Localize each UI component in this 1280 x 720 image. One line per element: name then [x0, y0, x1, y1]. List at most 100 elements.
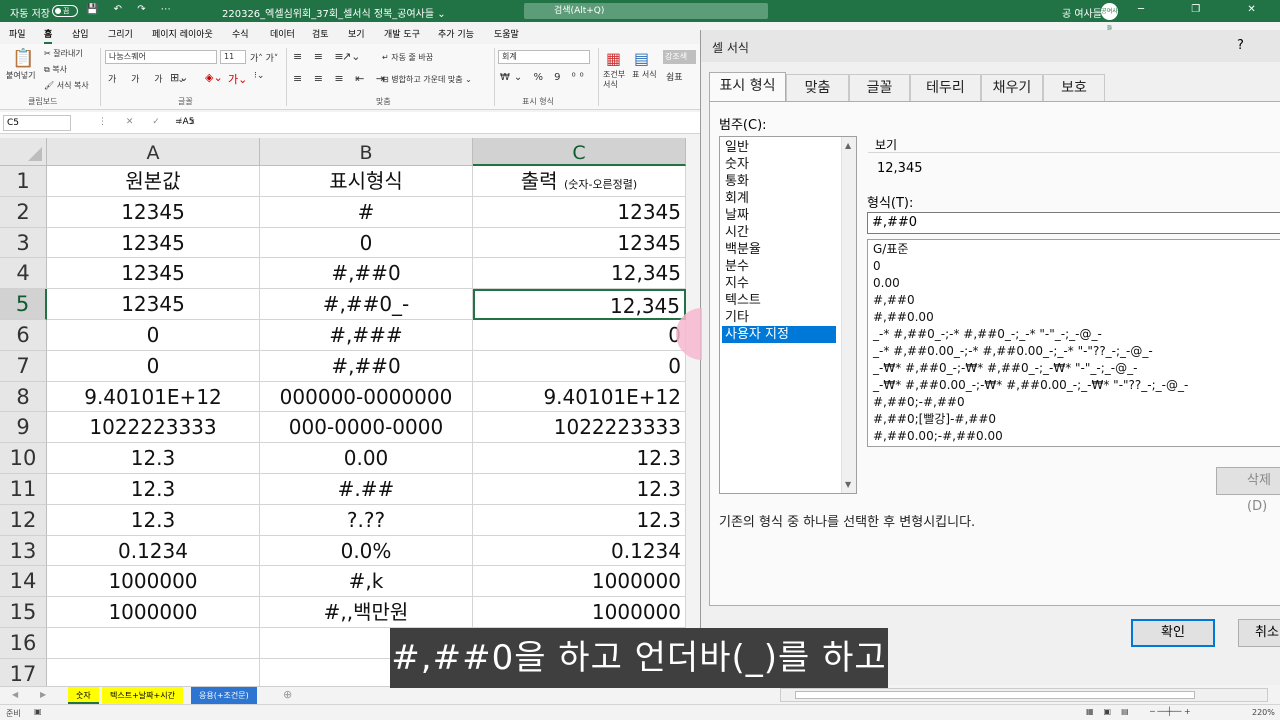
row-header[interactable]: 12 — [0, 504, 47, 536]
sheet-tab-numbers[interactable]: 숫자 — [68, 687, 99, 704]
cell-c[interactable]: 12.3 — [473, 474, 686, 505]
category-item[interactable]: 사용자 지정 — [722, 326, 836, 343]
cell-a[interactable]: 9.40101E+12 — [47, 381, 260, 413]
format-table-button[interactable]: 표 서식 — [632, 70, 658, 80]
cell-a[interactable]: 12345 — [47, 289, 260, 320]
cell-c[interactable]: 9.40101E+12 — [473, 381, 686, 413]
cell-a[interactable]: 0 — [47, 350, 260, 382]
dialog-title-bar[interactable]: 셀 서식 ? — [701, 30, 1280, 62]
font-color-icon[interactable]: 가⌄ — [228, 71, 247, 87]
tab-addins[interactable]: 추가 기능 — [438, 27, 474, 40]
next-sheet-icon[interactable]: ▶ — [40, 690, 46, 699]
font-size-select[interactable]: 11 — [220, 50, 246, 64]
tab-number[interactable]: 표시 형식 — [709, 72, 786, 101]
format-list-item[interactable]: #,##0.00;-#,##0.00 — [873, 428, 1003, 445]
row-header[interactable]: 2 — [0, 196, 47, 228]
avatar[interactable]: 공여사들 — [1101, 3, 1118, 32]
cell-a[interactable] — [47, 628, 260, 659]
copy-button[interactable]: ⧉ 복사 — [44, 64, 67, 75]
ok-button[interactable]: 확인 — [1131, 619, 1215, 647]
format-list[interactable]: G/표준 0 0.00 #,##0 #,##0.00 _-* #,##0_-;-* #,#… — [867, 239, 1280, 447]
row-header[interactable]: 5 — [0, 289, 47, 320]
wrap-text-button[interactable]: ↵ 자동 줄 바꿈 — [382, 52, 433, 63]
cell-a[interactable]: 12345 — [47, 258, 260, 290]
cell-b[interactable]: 000-0000-0000 — [260, 412, 473, 444]
tab-page-layout[interactable]: 페이지 레이아웃 — [152, 27, 213, 40]
tab-developer[interactable]: 개발 도구 — [384, 27, 420, 40]
row-header[interactable]: 11 — [0, 474, 47, 505]
zoom-level[interactable]: 220% — [1252, 708, 1275, 717]
select-all-corner[interactable] — [0, 138, 47, 166]
sheet-tab-applied[interactable]: 응용(+조건문) — [191, 687, 257, 704]
tab-review[interactable]: 검토 — [312, 27, 329, 40]
category-item[interactable]: 백분율 — [722, 241, 836, 258]
format-list-item[interactable]: _-₩* #,##0.00_-;-₩* #,##0.00_-;_-₩* "-"?… — [873, 377, 1188, 394]
tab-protection[interactable]: 보호 — [1043, 74, 1105, 101]
cell-c[interactable]: 1022223333 — [473, 412, 686, 444]
cell-a[interactable]: 0.1234 — [47, 535, 260, 567]
tab-data[interactable]: 데이터 — [270, 27, 295, 40]
column-header-a[interactable]: A — [47, 138, 260, 166]
cell-b[interactable]: 표시형식 — [260, 166, 473, 197]
sheet-tab-text-date[interactable]: 텍스트+날짜+시간 — [102, 687, 183, 704]
format-list-item[interactable]: _-* #,##0_-;-* #,##0_-;_-* "-"_-;_-@_- — [873, 326, 1102, 343]
format-list-item[interactable]: #,##0;-#,##0 — [873, 394, 965, 411]
format-list-item[interactable]: _-* #,##0.00_-;-* #,##0.00_-;_-* "-"??_-… — [873, 343, 1153, 360]
tab-insert[interactable]: 삽입 — [72, 27, 89, 40]
cell-a[interactable]: 12.3 — [47, 504, 260, 536]
prev-sheet-icon[interactable]: ◀ — [12, 690, 18, 699]
cell-c[interactable]: 1000000 — [473, 566, 686, 598]
tab-formulas[interactable]: 수식 — [232, 27, 249, 40]
cell-c[interactable]: 0 — [473, 320, 686, 351]
cell-c[interactable]: 출력 (숫자-오른정렬) — [473, 166, 686, 197]
tab-view[interactable]: 보기 — [348, 27, 365, 40]
cell-a[interactable]: 1000000 — [47, 566, 260, 598]
horizontal-scrollbar[interactable] — [780, 688, 1268, 702]
format-list-item[interactable]: 0 — [873, 258, 881, 275]
scroll-up-icon[interactable]: ▲ — [845, 141, 851, 150]
add-sheet-icon[interactable]: ⊕ — [283, 688, 292, 701]
tab-draw[interactable]: 그리기 — [108, 27, 133, 40]
column-header-b[interactable]: B — [260, 138, 473, 166]
cell-a[interactable]: 12345 — [47, 227, 260, 259]
category-item[interactable]: 회계 — [722, 190, 836, 207]
category-list[interactable]: 일반 숫자 통화 회계 날짜 시간 백분율 분수 지수 텍스트 기타 사용자 지정 ▲ ▼ — [719, 136, 857, 494]
category-item[interactable]: 기타 — [722, 309, 836, 326]
category-item[interactable]: 일반 — [722, 139, 836, 156]
row-header[interactable]: 16 — [0, 628, 47, 659]
view-buttons[interactable]: ▦▣▤ — [1086, 707, 1139, 716]
cell-c[interactable]: 12.3 — [473, 443, 686, 474]
cell-b[interactable]: #,##0 — [260, 350, 473, 382]
cell-style-accent[interactable]: 강조색 — [663, 50, 696, 64]
format-list-item[interactable]: #,##0 — [873, 292, 915, 309]
scroll-down-icon[interactable]: ▼ — [845, 480, 851, 489]
paste-icon[interactable]: 📋 — [12, 48, 34, 69]
font-grow-shrink-icon[interactable]: 가˄ 가˅ — [250, 51, 278, 64]
cell-c[interactable]: 12,345 — [473, 258, 686, 290]
help-icon[interactable]: ? — [1237, 38, 1244, 53]
cell-c[interactable]: 12345 — [473, 227, 686, 259]
row-header[interactable]: 3 — [0, 227, 47, 259]
window-controls[interactable]: ─ ❐ ✕ — [1138, 4, 1278, 15]
format-list-item[interactable]: 0.00 — [873, 275, 900, 292]
tab-home[interactable]: 홈 — [44, 27, 53, 44]
phonetic-icon[interactable]: ⁝⌄ — [254, 71, 264, 81]
category-item[interactable]: 시간 — [722, 224, 836, 241]
document-title[interactable]: 220326_엑셀심위회_37회_셀서식 정복_공여사들 ⌄ — [222, 5, 446, 20]
cell-c[interactable]: 12.3 — [473, 504, 686, 536]
cell-style-comma[interactable]: 쉼표 — [666, 70, 683, 83]
scrollbar-thumb[interactable] — [795, 691, 1195, 699]
category-item[interactable]: 분수 — [722, 258, 836, 275]
tab-file[interactable]: 파일 — [9, 27, 26, 40]
category-item[interactable]: 숫자 — [722, 156, 836, 173]
delete-button[interactable]: 삭제(D) — [1216, 467, 1280, 514]
orientation-icon[interactable]: ↗⌄ — [342, 50, 360, 63]
category-scrollbar[interactable]: ▲ ▼ — [841, 137, 856, 493]
cell-a[interactable]: 12.3 — [47, 474, 260, 505]
row-header[interactable]: 10 — [0, 443, 47, 474]
row-header[interactable]: 8 — [0, 381, 47, 413]
format-list-item[interactable]: _-₩* #,##0_-;-₩* #,##0_-;_-₩* "-"_-;_-@_… — [873, 360, 1137, 377]
tab-help[interactable]: 도움말 — [494, 27, 519, 40]
row-header[interactable]: 1 — [0, 166, 47, 197]
formula-input[interactable]: =A5 — [175, 117, 194, 127]
